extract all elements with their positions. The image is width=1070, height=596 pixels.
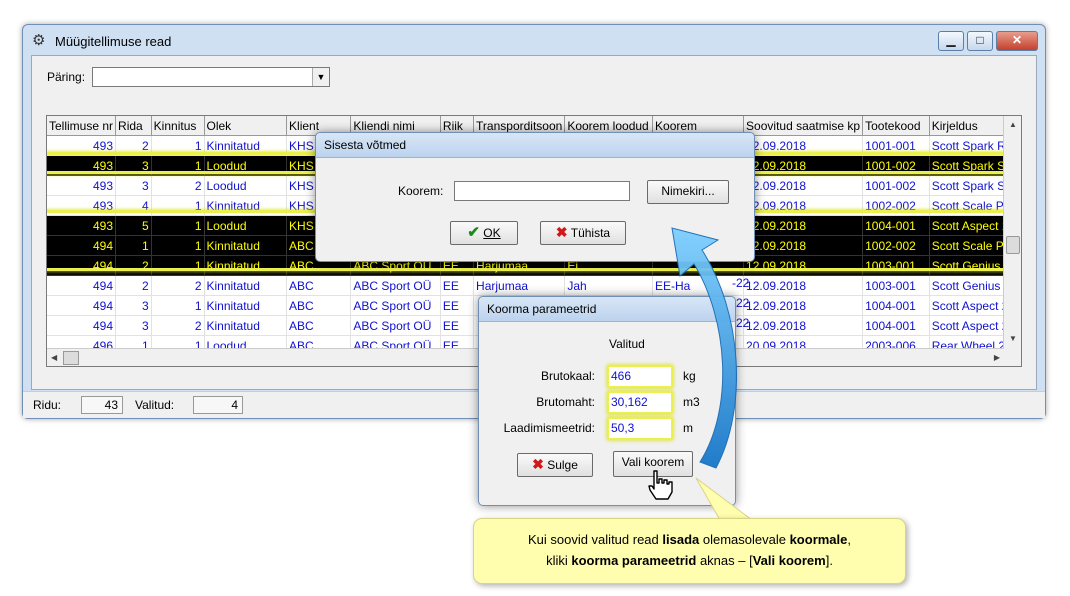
callout-text: ]. bbox=[825, 553, 833, 568]
callout-line-2: kliki koorma parameetrid aknas – [Vali k… bbox=[474, 550, 905, 571]
callout-line-1: Kui soovid valitud read lisada olemasole… bbox=[474, 529, 905, 550]
callout-bold: koorma parameetrid bbox=[571, 553, 697, 568]
callout-tail bbox=[695, 477, 754, 521]
callout-text: Kui soovid valitud read bbox=[527, 532, 663, 547]
callout-bold: Vali koorem bbox=[752, 553, 826, 568]
callout-text: , bbox=[847, 532, 852, 547]
pointer-arrow-icon bbox=[671, 227, 738, 469]
callout-bold: koormale bbox=[789, 532, 848, 547]
hint-callout: Kui soovid valitud read lisada olemasole… bbox=[473, 518, 906, 584]
callout-text: kliki bbox=[546, 553, 572, 568]
callout-text: aknas – [ bbox=[696, 553, 753, 568]
callout-bold: lisada bbox=[662, 532, 700, 547]
callout-text: olemasolevale bbox=[699, 532, 790, 547]
